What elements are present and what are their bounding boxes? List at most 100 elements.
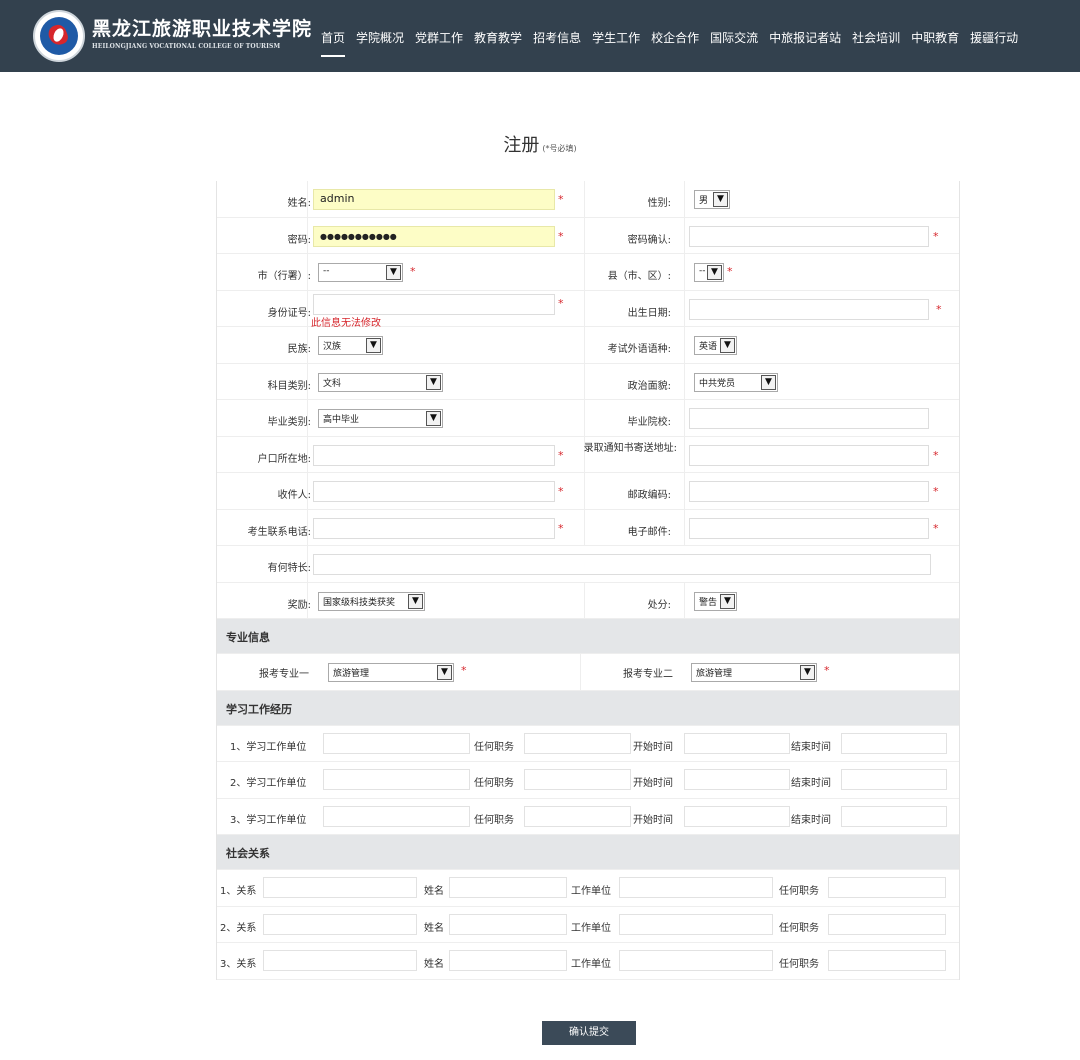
required-star: * bbox=[558, 229, 564, 243]
chevron-down-icon: ▼ bbox=[437, 665, 452, 680]
nav-item-party[interactable]: 党群工作 bbox=[415, 29, 463, 46]
political-label: 政治面貌: bbox=[627, 380, 671, 392]
work-unit-label: 1、学习工作单位 bbox=[230, 741, 307, 753]
specialty-input[interactable] bbox=[313, 554, 931, 575]
social-name-input[interactable] bbox=[449, 913, 567, 935]
section-work: 学习工作经历 bbox=[217, 690, 959, 726]
work-end-label: 结束时间 bbox=[791, 741, 831, 753]
work-start-input[interactable] bbox=[684, 769, 790, 790]
work-duty-input[interactable] bbox=[524, 769, 631, 790]
work-end-label: 结束时间 bbox=[791, 814, 831, 826]
work-unit-input[interactable] bbox=[323, 805, 470, 827]
form-row-award: 奖励: 国家级科技类获奖 ▼ 处分: 警告 ▼ bbox=[217, 582, 959, 619]
chevron-down-icon: ▼ bbox=[707, 265, 722, 280]
social-rel-input[interactable] bbox=[263, 877, 417, 898]
social-unit-label: 工作单位 bbox=[571, 886, 611, 897]
receiver-input[interactable] bbox=[313, 481, 555, 502]
work-end-input[interactable] bbox=[841, 732, 947, 754]
postcode-input[interactable] bbox=[689, 481, 929, 502]
political-select[interactable]: 中共党员 ▼ bbox=[694, 372, 778, 392]
county-select[interactable]: -- ▼ bbox=[694, 263, 724, 282]
specialty-label: 有何特长: bbox=[267, 563, 311, 574]
nav-item-xinjiang[interactable]: 援疆行动 bbox=[970, 29, 1018, 46]
grad-type-select[interactable]: 高中毕业 ▼ bbox=[318, 409, 443, 428]
social-duty-label: 任何职务 bbox=[779, 959, 819, 970]
work-start-label: 开始时间 bbox=[633, 814, 673, 826]
form-row-hukou: 户口所在地: * 录取通知书寄送地址: * bbox=[217, 436, 959, 473]
county-label: 县（市、区）: bbox=[607, 271, 671, 282]
work-duty-input[interactable] bbox=[524, 732, 631, 754]
form-row-name: 姓名: admin * 性别: 男 ▼ bbox=[217, 181, 959, 218]
foreign-lang-select[interactable]: 英语 ▼ bbox=[694, 336, 737, 355]
form-row-specialty: 有何特长: bbox=[217, 546, 959, 583]
nav-item-enterprise[interactable]: 校企合作 bbox=[651, 29, 699, 46]
nav-item-vocational[interactable]: 中职教育 bbox=[911, 29, 959, 46]
email-input[interactable] bbox=[689, 517, 929, 539]
section-major-title: 专业信息 bbox=[226, 631, 270, 644]
chevron-down-icon: ▼ bbox=[800, 665, 815, 680]
work-start-input[interactable] bbox=[684, 732, 790, 754]
subject-select[interactable]: 文科 ▼ bbox=[318, 372, 443, 392]
nav-item-press[interactable]: 中旅报记者站 bbox=[769, 29, 841, 46]
nav-item-overview[interactable]: 学院概况 bbox=[356, 29, 404, 46]
password-input[interactable]: ●●●●●●●●●●● bbox=[313, 225, 555, 247]
work-start-label: 开始时间 bbox=[633, 741, 673, 753]
social-duty-input[interactable] bbox=[828, 913, 946, 935]
social-duty-input[interactable] bbox=[828, 950, 946, 971]
registration-form: 姓名: admin * 性别: 男 ▼ 密码: ●●●●●●●●●●● * 密码确… bbox=[216, 181, 960, 980]
work-end-input[interactable] bbox=[841, 805, 947, 827]
logo-title-cn[interactable]: 黑龙江旅游职业技术学院 bbox=[92, 14, 312, 41]
social-unit-input[interactable] bbox=[619, 877, 773, 898]
work-end-input[interactable] bbox=[841, 769, 947, 790]
chevron-down-icon: ▼ bbox=[426, 374, 441, 390]
award-select[interactable]: 国家级科技类获奖 ▼ bbox=[318, 591, 425, 611]
work-duty-input[interactable] bbox=[524, 805, 631, 827]
major1-label: 报考专业一 bbox=[259, 669, 309, 680]
form-row-subject: 科目类别: 文科 ▼ 政治面貌: 中共党员 ▼ bbox=[217, 363, 959, 400]
nav-item-international[interactable]: 国际交流 bbox=[710, 29, 758, 46]
nav-item-student[interactable]: 学生工作 bbox=[592, 29, 640, 46]
social-rel-input[interactable] bbox=[263, 950, 417, 971]
social-unit-input[interactable] bbox=[619, 950, 773, 971]
id-number-input[interactable] bbox=[313, 293, 555, 315]
submit-button[interactable]: 确认提交 bbox=[542, 1021, 636, 1045]
required-star: * bbox=[933, 229, 939, 243]
hukou-input[interactable] bbox=[313, 444, 555, 466]
required-star: * bbox=[558, 485, 564, 498]
section-work-title: 学习工作经历 bbox=[226, 702, 292, 716]
email-label: 电子邮件: bbox=[627, 526, 671, 538]
work-start-input[interactable] bbox=[684, 805, 790, 827]
name-input[interactable]: admin bbox=[313, 189, 555, 210]
form-row-graduation: 毕业类别: 高中毕业 ▼ 毕业院校: bbox=[217, 400, 959, 437]
nav-item-home[interactable]: 首页 bbox=[321, 29, 346, 57]
phone-input[interactable] bbox=[313, 517, 555, 539]
password-confirm-input[interactable] bbox=[689, 225, 929, 247]
major1-select[interactable]: 旅游管理 ▼ bbox=[328, 663, 454, 682]
page-title-row: 注册 (*号必填) bbox=[0, 131, 1080, 157]
required-star: * bbox=[410, 265, 416, 278]
birth-input[interactable] bbox=[689, 298, 929, 320]
gender-select[interactable]: 男 ▼ bbox=[694, 190, 730, 209]
chevron-down-icon: ▼ bbox=[386, 265, 401, 280]
ethnic-select[interactable]: 汉族 ▼ bbox=[318, 336, 383, 355]
punish-select[interactable]: 警告 ▼ bbox=[694, 591, 737, 611]
nav-item-admission[interactable]: 招考信息 bbox=[533, 29, 581, 46]
college-logo-icon[interactable] bbox=[33, 10, 85, 62]
mail-addr-input[interactable] bbox=[689, 444, 929, 466]
form-row-major: 报考专业一 旅游管理 ▼ * 报考专业二 旅游管理 ▼ * bbox=[217, 654, 959, 691]
major2-select[interactable]: 旅游管理 ▼ bbox=[691, 663, 817, 682]
social-unit-input[interactable] bbox=[619, 913, 773, 935]
social-name-input[interactable] bbox=[449, 877, 567, 898]
social-rel-input[interactable] bbox=[263, 913, 417, 935]
required-star: * bbox=[558, 521, 564, 535]
grad-school-input[interactable] bbox=[689, 408, 929, 429]
city-select[interactable]: -- ▼ bbox=[318, 263, 403, 282]
social-duty-input[interactable] bbox=[828, 877, 946, 898]
phone-label: 考生联系电话: bbox=[247, 526, 311, 538]
nav-item-teaching[interactable]: 教育教学 bbox=[474, 29, 522, 46]
work-unit-input[interactable] bbox=[323, 732, 470, 754]
social-name-input[interactable] bbox=[449, 950, 567, 971]
major2-label: 报考专业二 bbox=[623, 669, 673, 680]
work-unit-input[interactable] bbox=[323, 769, 470, 790]
nav-item-training[interactable]: 社会培训 bbox=[852, 29, 900, 46]
